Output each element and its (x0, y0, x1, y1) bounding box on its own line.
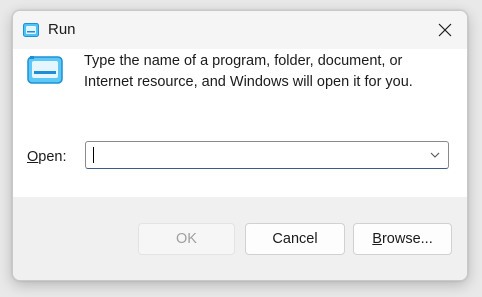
open-label-accelerator: O (27, 149, 39, 165)
cancel-button[interactable]: Cancel (245, 223, 345, 255)
dialog-message: Type the name of a program, folder, docu… (84, 51, 444, 93)
ok-button[interactable]: OK (138, 223, 235, 255)
window-title: Run (48, 21, 76, 38)
browse-label: rowse... (381, 231, 433, 247)
title-bar[interactable]: Run (13, 11, 467, 49)
message-line: Type the name of a program, folder, docu… (84, 53, 403, 69)
dropdown-button[interactable] (426, 142, 444, 168)
browse-accelerator: B (372, 231, 382, 247)
open-label: Open: (27, 149, 67, 165)
run-app-icon (27, 56, 63, 84)
chevron-down-icon (430, 152, 440, 158)
browse-button[interactable]: Browse... (353, 223, 452, 255)
run-dialog: Run Type the name of a program, folder, … (12, 10, 468, 281)
message-line: Internet resource, and Windows will open… (84, 74, 413, 90)
run-app-icon (23, 23, 39, 37)
close-icon (438, 23, 452, 37)
text-caret (93, 147, 94, 163)
open-label-text: pen: (38, 149, 67, 165)
close-button[interactable] (423, 11, 467, 49)
open-combobox[interactable] (85, 141, 449, 169)
